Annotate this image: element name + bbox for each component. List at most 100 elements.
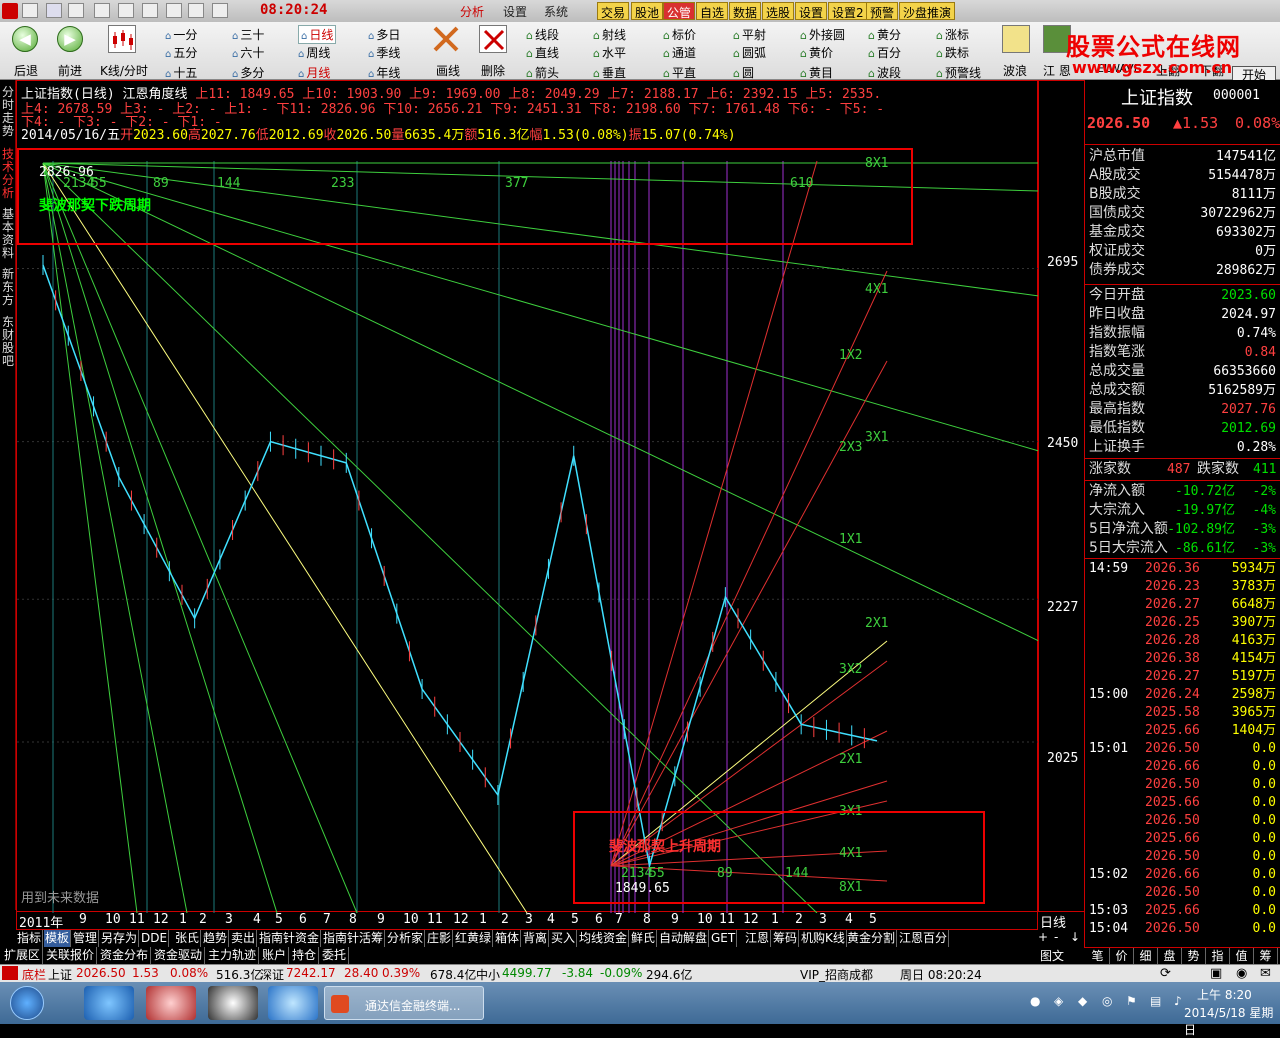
flag-tray-icon[interactable]: ⚑ [1126, 994, 1137, 1008]
home-icon[interactable] [46, 3, 62, 18]
quote-tab[interactable]: 势 [1182, 948, 1206, 965]
bottom-tab[interactable]: 扩展区 [2, 947, 44, 964]
quote-tab[interactable]: 盘 [1158, 948, 1182, 965]
period-yearly[interactable]: ⌂ 年线 [368, 64, 400, 81]
indicator-tab[interactable]: 背离 [522, 930, 550, 947]
back-label[interactable]: 后退 [14, 62, 38, 79]
bottom-tab[interactable]: 资金分布 [98, 947, 152, 964]
settings-icon[interactable] [212, 3, 228, 18]
draw-tool-0-0[interactable]: ⌂ 线段 [526, 26, 559, 43]
delete-label[interactable]: 删除 [481, 62, 505, 79]
btn-screener[interactable]: 选股 [762, 2, 795, 20]
active-task-tdx[interactable]: 通达信金融终端... [324, 986, 484, 1020]
qq-icon[interactable] [208, 986, 258, 1020]
menu-settings[interactable]: 设置 [503, 3, 527, 20]
refresh-icon[interactable]: ⟳ [1160, 966, 1171, 981]
btn-trade[interactable]: 交易 [597, 2, 630, 20]
kline-chart-icon[interactable] [108, 25, 136, 53]
btn-sandbox[interactable]: 沙盘推演 [899, 2, 956, 20]
btn-stock-pool[interactable]: 股池 [631, 2, 664, 20]
indicator-tab[interactable]: 均线资金 [578, 930, 630, 947]
indicator-tab[interactable]: 鲜氏 [630, 930, 658, 947]
qq-tray-icon[interactable]: ● [1030, 994, 1040, 1008]
statusbar-toggle[interactable]: 底栏 [22, 966, 46, 983]
btn-settings[interactable]: 设置 [795, 2, 828, 20]
quote-tab[interactable]: 指 [1206, 948, 1230, 965]
draw-tool-1-4[interactable]: ⌂ 黄价 [800, 44, 833, 61]
draw-tool-0-6[interactable]: ⌂ 涨标 [936, 26, 969, 43]
draw-tool-2-0[interactable]: ⌂ 箭头 [526, 64, 559, 81]
period-monthly[interactable]: ⌂ 月线 [298, 64, 330, 81]
indicator-tab[interactable]: 张氏 [174, 930, 202, 947]
draw-tool-1-1[interactable]: ⌂ 水平 [593, 44, 626, 61]
indicator-tab[interactable]: 买入 [550, 930, 578, 947]
volume-tray-icon[interactable]: ♪ [1174, 994, 1182, 1008]
indicator-tab[interactable]: 指南针资金 [258, 930, 322, 947]
delete-icon[interactable] [479, 25, 507, 53]
indicator-tab[interactable]: 分析家 [386, 930, 426, 947]
indicator-tab[interactable]: 江恩 [744, 930, 772, 947]
indicator-tab[interactable]: 红黄绿 [454, 930, 494, 947]
draw-tool-1-2[interactable]: ⌂ 通道 [663, 44, 696, 61]
tray-time[interactable]: 上午 8:20 [1197, 986, 1252, 1003]
kline-chart[interactable]: 2134 55 89 144 233 377 610 2134 55 89 144 8X1 4X1 1X2… [16, 80, 1039, 913]
draw-tool-1-6[interactable]: ⌂ 跌标 [936, 44, 969, 61]
btn-data[interactable]: 数据 [729, 2, 762, 20]
indicator-tab[interactable]: 卖出 [230, 930, 258, 947]
draw-tool-2-4[interactable]: ⌂ 黄目 [800, 64, 833, 81]
sidetab-technical[interactable]: 技术分析 [1, 148, 15, 200]
indicator-tab[interactable]: 筹码 [772, 930, 800, 947]
forward-icon[interactable] [118, 3, 134, 18]
indicator-tab[interactable]: 庄影 [426, 930, 454, 947]
period-multimin[interactable]: ⌂ 多分 [232, 64, 264, 81]
back-arrow-icon[interactable]: ◀ [12, 26, 38, 52]
indicator-tab[interactable]: 模板 [44, 930, 72, 947]
draw-line-label[interactable]: 画线 [436, 62, 460, 79]
indicator-tab[interactable]: 另存为 [100, 930, 140, 947]
print-icon[interactable] [166, 3, 182, 18]
tray-date[interactable]: 2014/5/18 星期日 [1184, 1004, 1280, 1038]
draw-tool-1-5[interactable]: ⌂ 百分 [868, 44, 901, 61]
period-5min[interactable]: ⌂ 五分 [165, 44, 197, 61]
kline-toggle-label[interactable]: K线/分时 [100, 62, 148, 79]
indicator-tab[interactable]: DDE [140, 930, 170, 947]
period-daily[interactable]: ⌂ 日线 [298, 25, 337, 44]
bottom-tab[interactable]: 委托 [320, 947, 350, 964]
help-icon[interactable] [142, 3, 158, 18]
zoom-out-button[interactable]: - [1054, 930, 1058, 944]
quote-tab[interactable]: 值 [1230, 948, 1254, 965]
period-30min[interactable]: ⌂ 三十 [232, 26, 264, 43]
indicator-tab[interactable]: 指标 [16, 930, 44, 947]
draw-line-icon[interactable] [432, 25, 460, 53]
forward-arrow-icon[interactable]: ▶ [57, 26, 83, 52]
sidetab-forum[interactable]: 东财股吧 [1, 316, 15, 368]
chat-tray-icon[interactable]: ◎ [1102, 994, 1112, 1008]
bottom-tab[interactable]: 账户 [260, 947, 290, 964]
draw-tool-0-1[interactable]: ⌂ 射线 [593, 26, 626, 43]
draw-tool-2-2[interactable]: ⌂ 平直 [663, 64, 696, 81]
indicator-tab[interactable]: 机购K线 [800, 930, 847, 947]
back-icon[interactable] [94, 3, 110, 18]
draw-tool-0-2[interactable]: ⌂ 标价 [663, 26, 696, 43]
scroll-down-button[interactable]: ↓ [1070, 930, 1080, 944]
menu-system[interactable]: 系统 [544, 3, 568, 20]
indicator-tab[interactable]: 自动解盘 [658, 930, 710, 947]
bottom-tab[interactable]: 持仓 [290, 947, 320, 964]
btn-watchlist[interactable]: 自选 [696, 2, 729, 20]
draw-tool-0-4[interactable]: ⌂ 外接圆 [800, 26, 845, 43]
ie-icon[interactable] [84, 986, 134, 1020]
bottom-tab[interactable]: 关联报价 [44, 947, 98, 964]
windows-start-icon[interactable] [10, 986, 44, 1020]
indicator-tab[interactable]: 指南针活筹 [322, 930, 386, 947]
draw-tool-2-5[interactable]: ⌂ 波段 [868, 64, 901, 81]
period-multiday[interactable]: ⌂ 多日 [368, 26, 400, 43]
zoom-in-button[interactable]: + [1038, 930, 1048, 944]
sidetab-new-oriental[interactable]: 新东方 [1, 268, 15, 307]
draw-tool-1-0[interactable]: ⌂ 直线 [526, 44, 559, 61]
wave-label[interactable]: 波浪 [1003, 62, 1027, 79]
sidetab-basic[interactable]: 基本资料 [1, 208, 15, 260]
vip-server[interactable]: VIP_招商成都 [800, 966, 873, 983]
indicator-tab[interactable]: GET [710, 930, 738, 947]
indicator-tab[interactable]: 黄金分割 [846, 930, 898, 947]
draw-tool-0-3[interactable]: ⌂ 平射 [733, 26, 766, 43]
